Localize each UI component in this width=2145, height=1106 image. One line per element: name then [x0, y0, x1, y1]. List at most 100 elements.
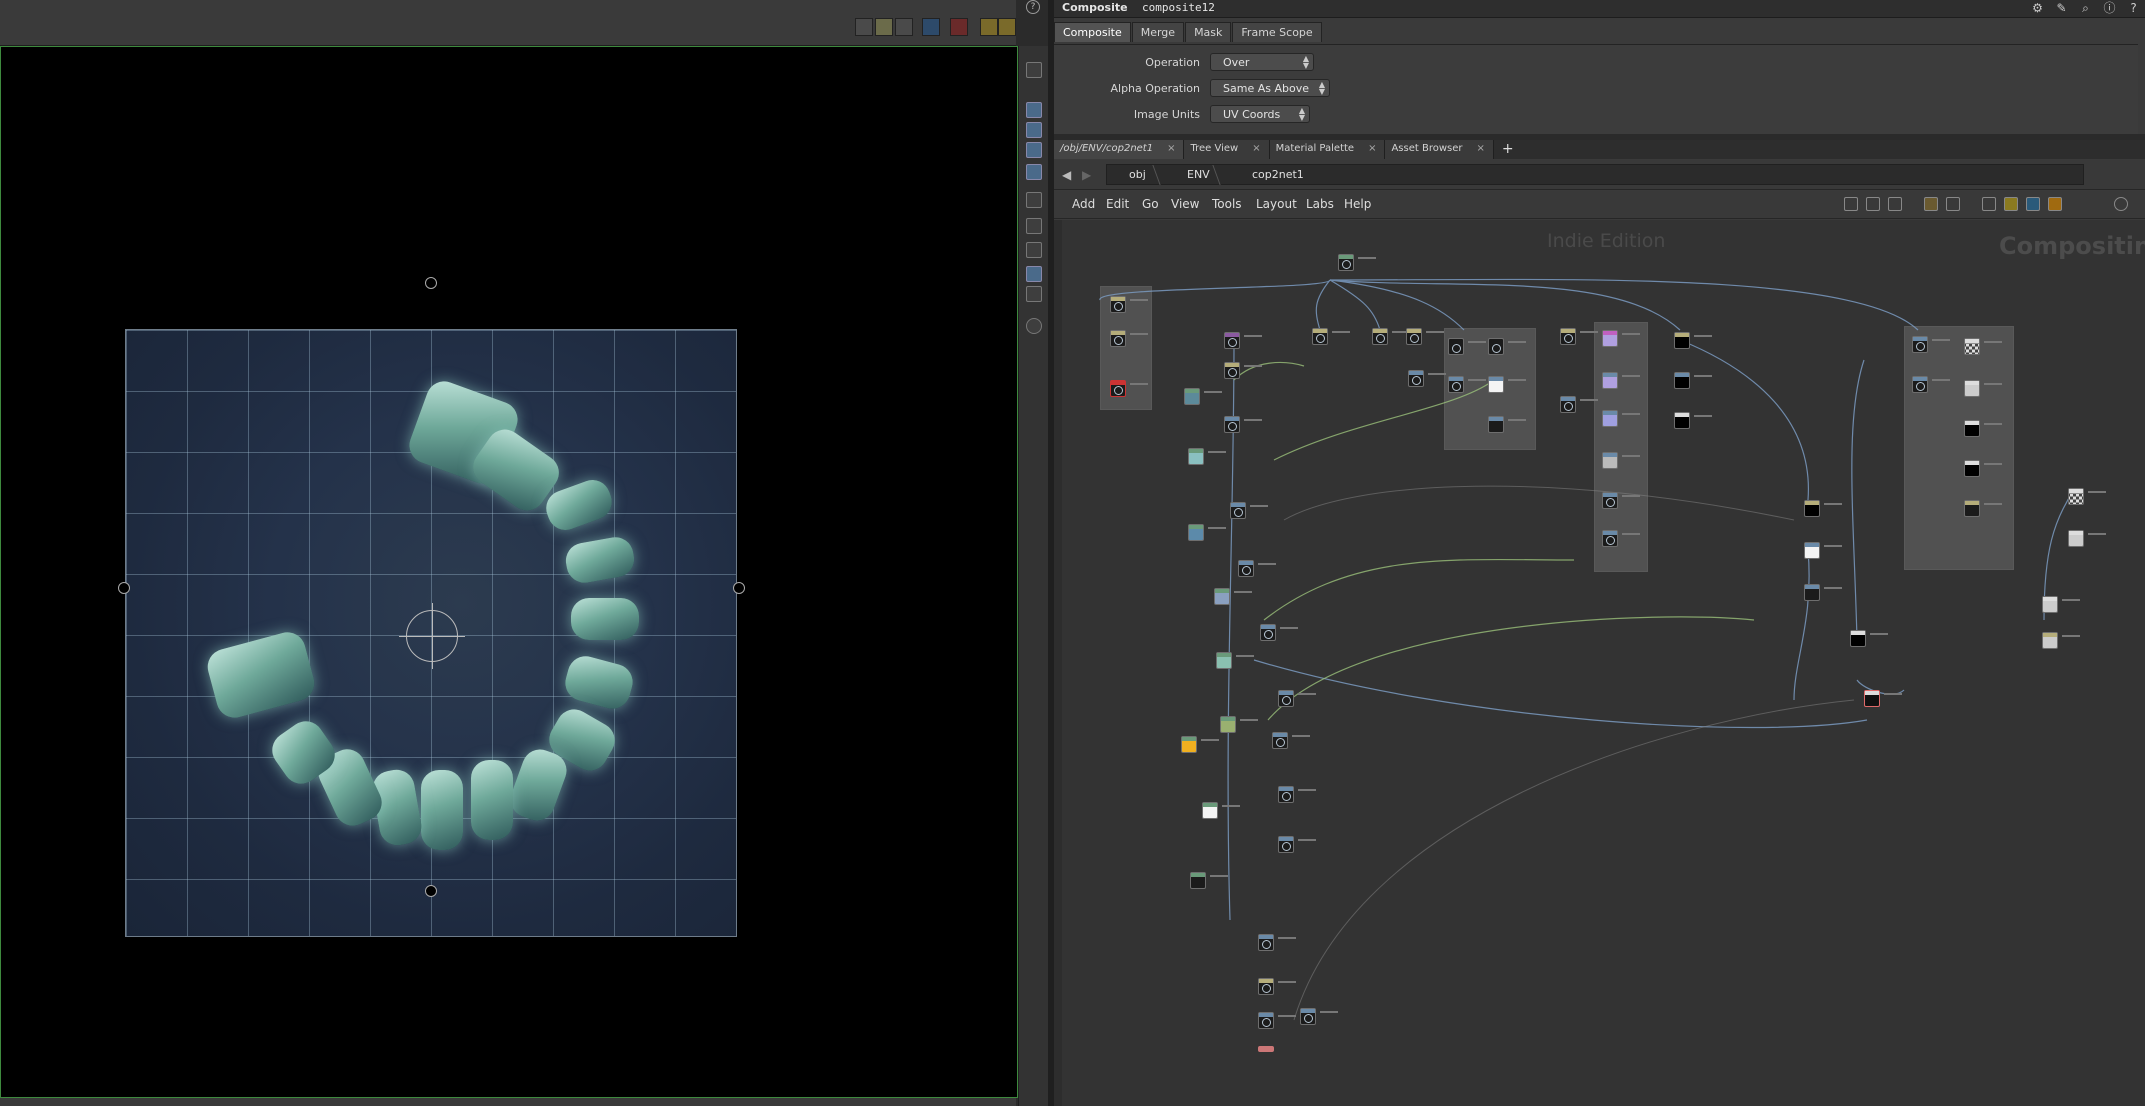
- crop-icon[interactable]: [1026, 164, 1042, 180]
- wrench-icon[interactable]: [1844, 197, 1858, 211]
- menu-view[interactable]: View: [1171, 197, 1199, 211]
- network-node[interactable]: [1224, 416, 1262, 433]
- channel-icon[interactable]: [875, 18, 893, 36]
- menu-layout[interactable]: Layout: [1256, 197, 1297, 211]
- note-icon[interactable]: [2004, 197, 2018, 211]
- network-node[interactable]: [1110, 330, 1148, 347]
- network-node[interactable]: [1912, 376, 1950, 393]
- frame-icon[interactable]: [1026, 286, 1042, 302]
- network-node[interactable]: [1864, 690, 1902, 707]
- network-node[interactable]: [1602, 410, 1640, 427]
- network-node[interactable]: [1602, 452, 1640, 469]
- node-name-field[interactable]: composite12: [1142, 1, 1302, 16]
- network-node[interactable]: [1602, 492, 1640, 509]
- transform-icon[interactable]: [1026, 122, 1042, 138]
- network-node[interactable]: [1488, 338, 1526, 355]
- tree-icon[interactable]: [1866, 197, 1880, 211]
- network-node[interactable]: [2042, 596, 2080, 613]
- network-node[interactable]: [2068, 530, 2106, 547]
- network-node[interactable]: [1188, 524, 1226, 541]
- network-node[interactable]: [1674, 412, 1712, 429]
- close-icon[interactable]: ×: [1477, 143, 1485, 154]
- tab-material-palette[interactable]: Material Palette ×: [1269, 140, 1386, 159]
- breadcrumb-obj[interactable]: obj: [1129, 168, 1146, 181]
- snapshot-icon[interactable]: [895, 18, 913, 36]
- network-node[interactable]: [1804, 500, 1842, 517]
- search-icon[interactable]: ⌕: [2078, 1, 2093, 16]
- network-node[interactable]: [1448, 376, 1486, 393]
- network-node[interactable]: [1258, 934, 1296, 951]
- list-icon[interactable]: [1888, 197, 1902, 211]
- select-icon[interactable]: [1026, 142, 1042, 158]
- zoom-icon[interactable]: [2114, 197, 2128, 211]
- tab-asset-browser[interactable]: Asset Browser ×: [1385, 140, 1494, 159]
- network-node[interactable]: [1602, 530, 1640, 547]
- tab-frame-scope[interactable]: Frame Scope: [1232, 22, 1322, 42]
- magnet-icon[interactable]: [950, 18, 968, 36]
- network-node[interactable]: [1674, 372, 1712, 389]
- network-node[interactable]: [1214, 588, 1252, 605]
- close-icon[interactable]: ×: [1252, 143, 1260, 154]
- palette-icon[interactable]: [2026, 197, 2040, 211]
- network-node[interactable]: [1674, 332, 1712, 349]
- forward-arrow-icon[interactable]: ▶: [1082, 168, 1091, 182]
- menu-add[interactable]: Add: [1072, 197, 1095, 211]
- guide-icon[interactable]: [980, 18, 998, 36]
- network-node[interactable]: [1448, 338, 1486, 355]
- tab-tree-view[interactable]: Tree View ×: [1184, 140, 1270, 159]
- network-node[interactable]: [1224, 362, 1262, 379]
- network-node[interactable]: [1300, 1008, 1338, 1025]
- help-icon[interactable]: ?: [1026, 0, 1040, 14]
- network-node[interactable]: [1220, 716, 1258, 733]
- tab-network-editor[interactable]: /obj/ENV/cop2net1 ×: [1054, 140, 1185, 159]
- network-node[interactable]: [1260, 624, 1298, 641]
- network-node[interactable]: [1406, 328, 1444, 345]
- network-node[interactable]: [1338, 254, 1376, 271]
- network-node[interactable]: [1964, 380, 2002, 397]
- menu-labs[interactable]: Labs: [1306, 197, 1334, 211]
- frame-icon[interactable]: [1026, 266, 1042, 282]
- tab-merge[interactable]: Merge: [1131, 22, 1185, 42]
- network-node[interactable]: [1912, 336, 1950, 353]
- network-node[interactable]: [1602, 330, 1640, 347]
- network-node[interactable]: [1488, 376, 1526, 393]
- brush-icon[interactable]: ✎: [2054, 1, 2069, 16]
- info-icon[interactable]: ⓘ: [2102, 1, 2117, 16]
- network-node[interactable]: [1238, 560, 1276, 577]
- network-node[interactable]: [1278, 836, 1316, 853]
- network-editor-canvas[interactable]: Indie Edition Compositing: [1054, 220, 2145, 1106]
- close-icon[interactable]: ×: [1167, 143, 1175, 154]
- view-icon[interactable]: [1026, 102, 1042, 118]
- network-node[interactable]: [1110, 296, 1148, 313]
- network-node[interactable]: [1216, 652, 1254, 669]
- zoom-icon[interactable]: [1026, 318, 1042, 334]
- network-node[interactable]: [1230, 502, 1268, 519]
- network-node[interactable]: [1850, 630, 1888, 647]
- output-node[interactable]: [1258, 1046, 1274, 1052]
- network-node[interactable]: [1804, 542, 1842, 559]
- network-node[interactable]: [1202, 802, 1240, 819]
- display-options-icon[interactable]: [855, 18, 873, 36]
- image-viewport[interactable]: [0, 46, 1018, 1098]
- network-node[interactable]: [1372, 328, 1410, 345]
- network-node[interactable]: [1258, 1012, 1296, 1029]
- breadcrumb-cop2net[interactable]: cop2net1: [1252, 168, 1304, 181]
- menu-tools[interactable]: Tools: [1212, 197, 1242, 211]
- table-icon[interactable]: [1946, 197, 1960, 211]
- network-node[interactable]: [1560, 328, 1598, 345]
- network-node[interactable]: [1964, 338, 2002, 355]
- network-node[interactable]: [1964, 420, 2002, 437]
- network-node[interactable]: [1312, 328, 1350, 345]
- network-node[interactable]: [1560, 396, 1598, 413]
- image-units-menu[interactable]: UV Coords ▲ ▼: [1210, 105, 1310, 123]
- close-icon[interactable]: ×: [1368, 143, 1376, 154]
- network-node[interactable]: [1278, 786, 1316, 803]
- grid-icon[interactable]: [1924, 197, 1938, 211]
- image-icon[interactable]: [1982, 197, 1996, 211]
- grid-icon[interactable]: [998, 18, 1016, 36]
- right-edge-handle[interactable]: [733, 582, 745, 594]
- bottom-edge-handle[interactable]: [425, 885, 437, 897]
- menu-edit[interactable]: Edit: [1106, 197, 1129, 211]
- box-icon[interactable]: [1026, 218, 1042, 234]
- network-node[interactable]: [1278, 690, 1316, 707]
